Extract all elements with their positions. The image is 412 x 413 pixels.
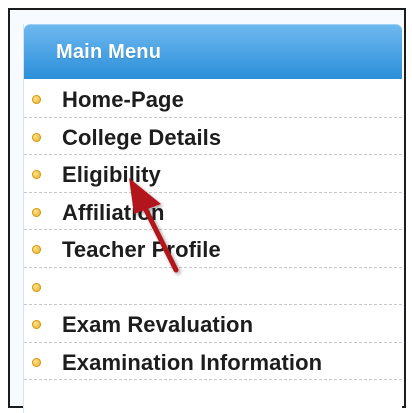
- menu-item-examination-information[interactable]: Examination Information: [24, 343, 402, 380]
- menu-header: Main Menu: [24, 24, 402, 79]
- bullet-icon: [32, 207, 41, 217]
- menu-item-label: Exam Revaluation: [62, 312, 254, 337]
- bullet-icon: [32, 245, 41, 254]
- menu-item-label: Examination Information: [62, 349, 323, 375]
- menu-title: Main Menu: [56, 41, 162, 63]
- menu-item-label: College Details: [62, 124, 222, 150]
- bullet-icon: [32, 95, 41, 104]
- bullet-icon: [32, 170, 41, 179]
- menu-item-home-page[interactable]: Home-Page: [24, 80, 402, 118]
- menu-item-affiliation[interactable]: Affiliation: [24, 193, 402, 230]
- menu-item-empty[interactable]: [24, 268, 402, 305]
- menu-item-label: Affiliation: [62, 199, 165, 225]
- main-menu-panel: Main Menu Home-Page College Details Elig…: [23, 24, 402, 413]
- menu-item-label: Home-Page: [62, 87, 184, 112]
- menu-item-exam-revaluation[interactable]: Exam Revaluation: [24, 305, 402, 343]
- menu-item-label: Teacher Profile: [62, 237, 221, 262]
- menu-item-teacher-profile[interactable]: Teacher Profile: [24, 230, 402, 268]
- bullet-icon: [32, 320, 41, 329]
- bullet-icon: [32, 132, 41, 142]
- menu-list: Home-Page College Details Eligibility Af…: [24, 80, 402, 380]
- menu-item-eligibility[interactable]: Eligibility: [24, 155, 402, 193]
- bullet-icon: [32, 357, 41, 367]
- bullet-icon: [32, 282, 41, 292]
- menu-item-college-details[interactable]: College Details: [24, 118, 402, 155]
- menu-item-label: Eligibility: [62, 162, 161, 187]
